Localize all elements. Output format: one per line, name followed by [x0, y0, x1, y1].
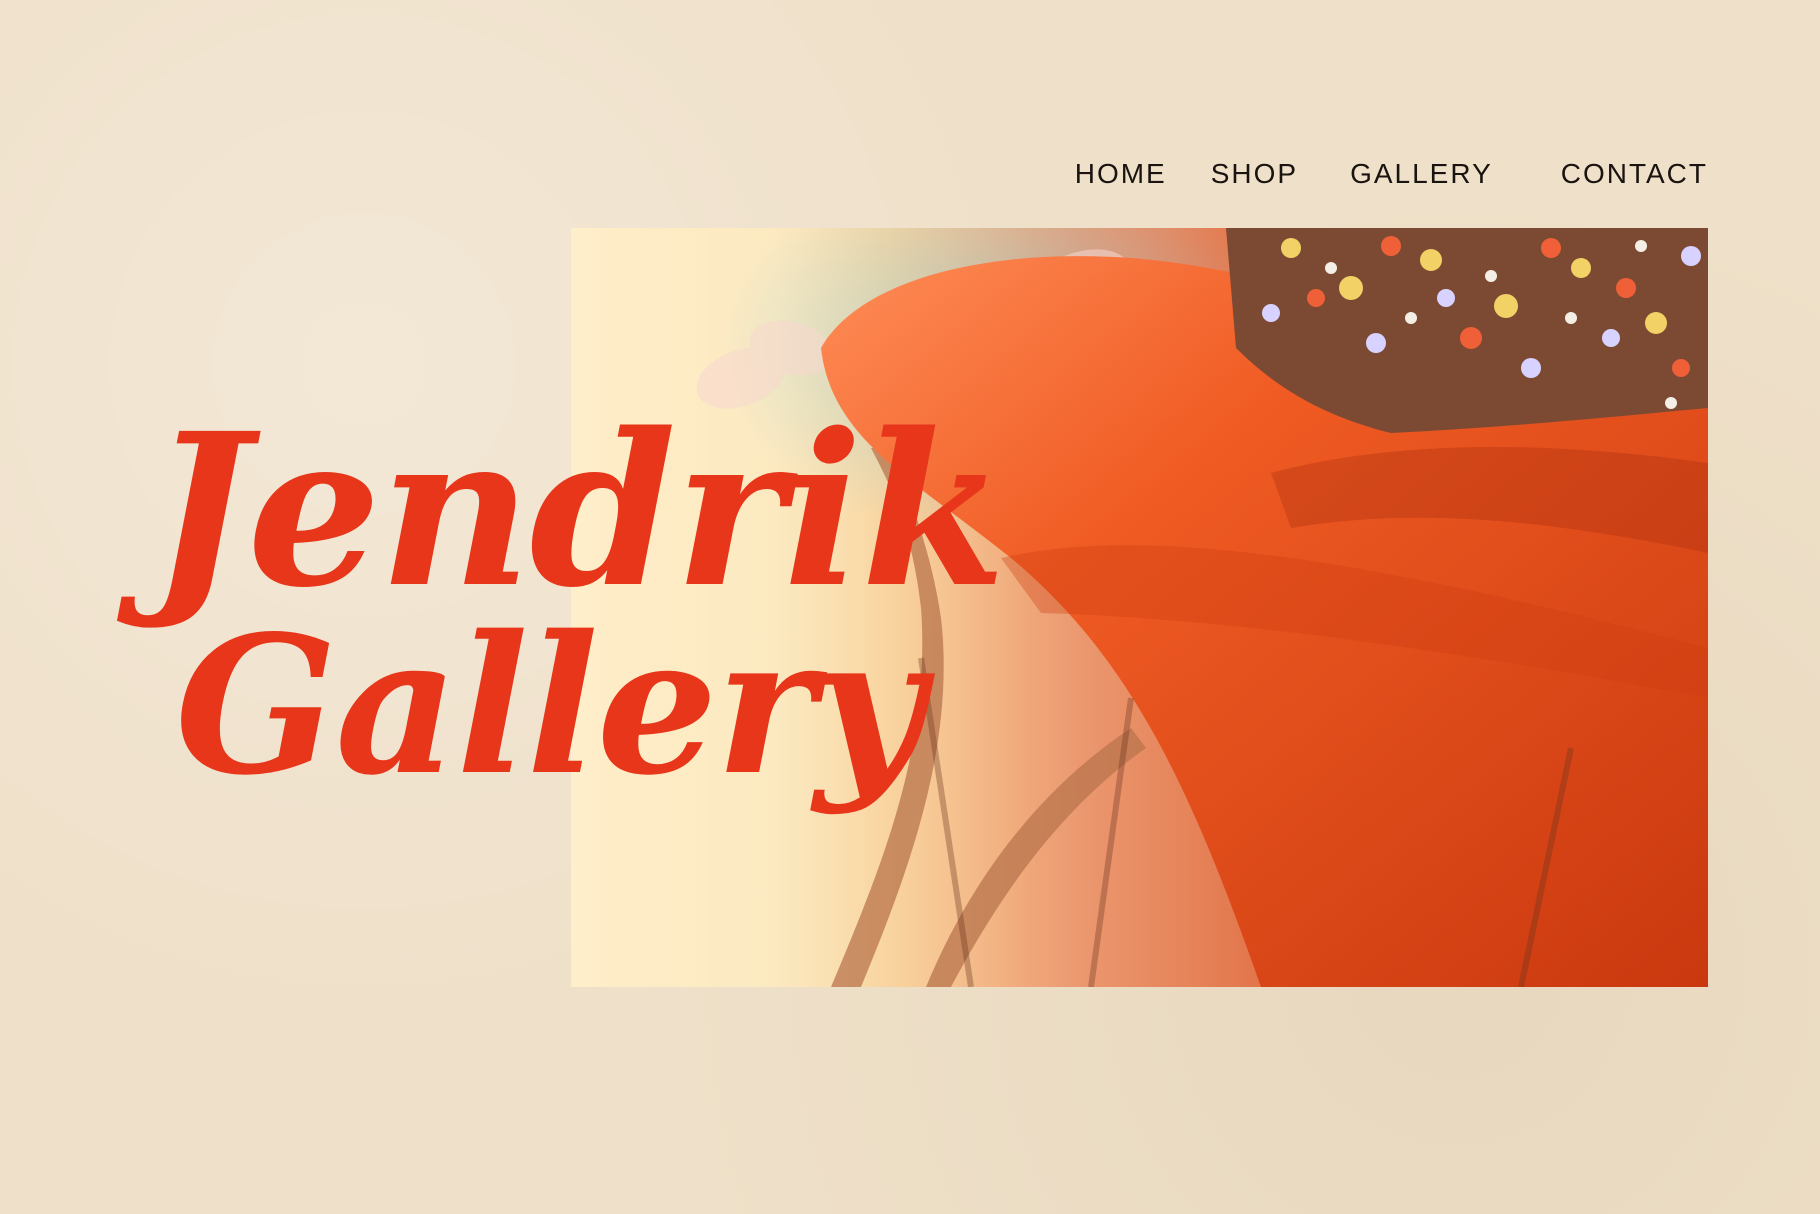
- hero-title-line-2: Gallery: [175, 594, 924, 818]
- nav-shop-link[interactable]: SHOP: [1211, 154, 1298, 194]
- nav-gallery-link[interactable]: GALLERY: [1350, 154, 1493, 194]
- nav-home-link[interactable]: HOME: [1075, 154, 1167, 194]
- top-navigation: HOME SHOP GALLERY CONTACT: [1075, 154, 1708, 194]
- nav-contact-link[interactable]: CONTACT: [1561, 154, 1708, 194]
- hero-title-line-1: Jendrik: [150, 387, 1006, 635]
- hero-title: Jendrik Gallery: [145, 387, 1006, 818]
